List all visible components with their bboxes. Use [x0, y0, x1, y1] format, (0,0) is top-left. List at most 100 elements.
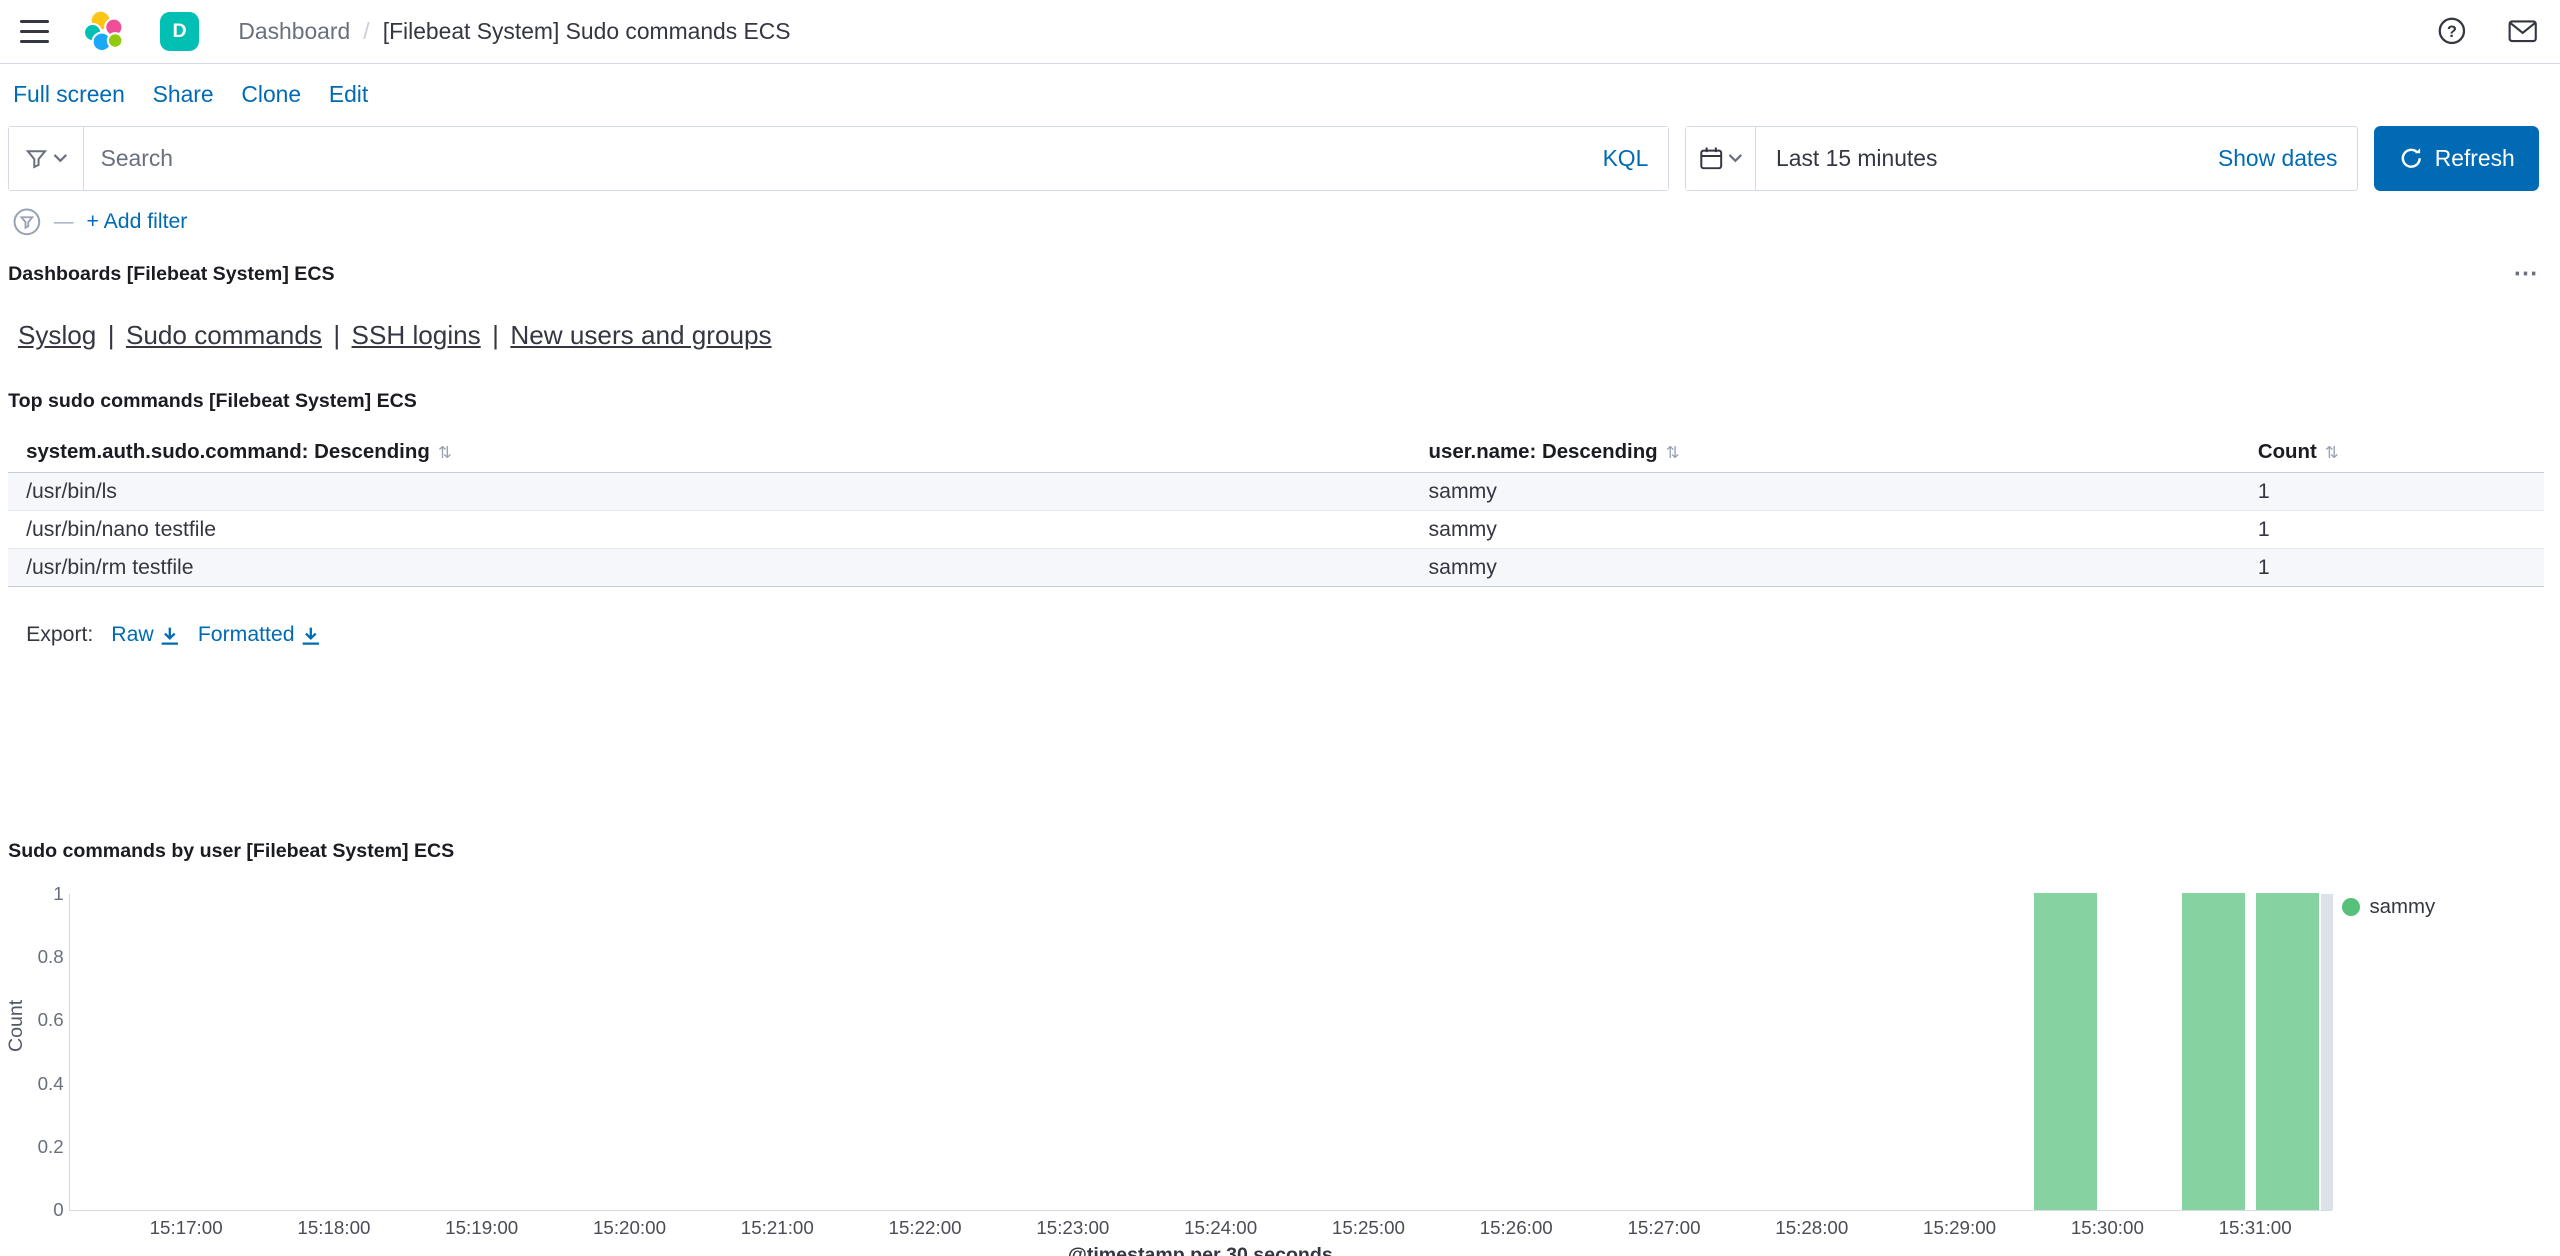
- partial-bucket-endzone: [2321, 894, 2333, 1210]
- filter-options-icon[interactable]: [13, 208, 41, 236]
- table-row: /usr/bin/ls sammy 1: [8, 472, 2545, 512]
- legend-color-dot-icon: [2341, 898, 2360, 917]
- dashboard-viewport: Dashboards [Filebeat System] ECS ⋯ Syslo…: [0, 243, 2560, 1256]
- cell-count: 1: [2239, 548, 2545, 588]
- top-header-bar: D Dashboard / [Filebeat System] Sudo com…: [0, 0, 2560, 64]
- saved-query-menu-button[interactable]: [9, 126, 85, 191]
- cell-username: sammy: [1410, 548, 2240, 588]
- time-range-value[interactable]: Last 15 minutes: [1756, 145, 2218, 172]
- y-axis-tick-label: 0.2: [37, 1136, 64, 1158]
- dashboard-toolbar: Full screen Share Clone Edit: [0, 64, 2560, 126]
- link-sudo-commands[interactable]: Sudo commands: [126, 320, 322, 351]
- column-header-count[interactable]: Count ⇅: [2239, 432, 2545, 474]
- calendar-menu-button[interactable]: [1686, 126, 1757, 191]
- chart-bar[interactable]: [2034, 893, 2098, 1210]
- search-input[interactable]: [84, 126, 1583, 191]
- x-axis-tick-label: 15:28:00: [1775, 1217, 1849, 1239]
- export-row: Export: Raw Formatted: [8, 623, 2544, 647]
- download-icon: [302, 627, 320, 645]
- column-header-command[interactable]: system.auth.sudo.command: Descending ⇅: [8, 432, 1411, 474]
- x-axis-tick-label: 15:19:00: [445, 1217, 519, 1239]
- x-axis-tick-label: 15:25:00: [1331, 1217, 1405, 1239]
- chart-bar[interactable]: [2182, 893, 2246, 1210]
- add-filter-button[interactable]: + Add filter: [87, 210, 188, 234]
- chevron-down-icon: [1728, 154, 1743, 163]
- cell-count: 1: [2239, 510, 2545, 550]
- breadcrumb-current-page: [Filebeat System] Sudo commands ECS: [382, 17, 791, 44]
- table-panel: Top sudo commands [Filebeat System] ECS …: [8, 390, 2545, 647]
- breadcrumb-dashboard[interactable]: Dashboard: [238, 18, 350, 45]
- filter-separator: —: [53, 210, 74, 233]
- space-avatar[interactable]: D: [160, 11, 200, 51]
- links-panel: Dashboards [Filebeat System] ECS ⋯ Syslo…: [8, 261, 2545, 351]
- table-panel-header: Top sudo commands [Filebeat System] ECS: [8, 390, 2544, 413]
- y-axis-tick-label: 1: [53, 882, 64, 904]
- x-axis-tick-label: 15:27:00: [1627, 1217, 1701, 1239]
- full-screen-button[interactable]: Full screen: [13, 81, 125, 108]
- x-axis-labels: 15:17:00 15:18:00 15:19:00 15:20:00 15:21:00…: [69, 1217, 2332, 1243]
- breadcrumb: Dashboard / [Filebeat System] Sudo comma…: [238, 18, 790, 45]
- date-picker: Last 15 minutes Show dates: [1685, 125, 2359, 192]
- x-axis-tick-label: 15:17:00: [149, 1217, 223, 1239]
- breadcrumb-separator: /: [363, 17, 370, 44]
- newsfeed-mail-icon[interactable]: [2508, 19, 2538, 43]
- kibana-app: D Dashboard / [Filebeat System] Sudo com…: [0, 0, 2560, 1256]
- y-axis-tick-label: 0.4: [37, 1072, 64, 1094]
- link-syslog[interactable]: Syslog: [18, 320, 96, 351]
- links-panel-header: Dashboards [Filebeat System] ECS ⋯: [8, 261, 2545, 285]
- chart-panel-header: Sudo commands by user [Filebeat System] …: [8, 840, 2544, 863]
- y-axis-labels: 0 0.2 0.4 0.6 0.8 1: [31, 883, 64, 1221]
- cell-username: sammy: [1410, 472, 2240, 512]
- chart-legend: sammy: [2341, 895, 2436, 919]
- svg-text:?: ?: [2447, 23, 2457, 41]
- export-formatted-button[interactable]: Formatted: [198, 623, 321, 647]
- export-label: Export:: [26, 623, 94, 647]
- column-header-username[interactable]: user.name: Descending ⇅: [1410, 432, 2240, 474]
- clone-button[interactable]: Clone: [241, 81, 301, 108]
- calendar-icon: [1700, 147, 1722, 170]
- x-axis-tick-label: 15:22:00: [888, 1217, 962, 1239]
- links-panel-title: Dashboards [Filebeat System] ECS: [8, 262, 335, 285]
- menu-icon[interactable]: [19, 19, 49, 43]
- export-raw-button[interactable]: Raw: [111, 623, 180, 647]
- legend-label: sammy: [2369, 895, 2436, 918]
- cell-command: /usr/bin/ls: [8, 472, 1411, 512]
- x-axis-tick-label: 15:20:00: [592, 1217, 667, 1239]
- x-axis-tick-label: 15:23:00: [1036, 1217, 1110, 1239]
- cell-username: sammy: [1410, 510, 2240, 550]
- dashboard-links: Syslog | Sudo commands | SSH logins | Ne…: [8, 320, 2544, 351]
- table-panel-title: Top sudo commands [Filebeat System] ECS: [8, 390, 417, 413]
- query-language-button[interactable]: KQL: [1582, 126, 1668, 191]
- chart-bar[interactable]: [2256, 893, 2319, 1210]
- link-new-users-groups[interactable]: New users and groups: [510, 320, 771, 351]
- download-icon: [161, 627, 179, 645]
- legend-item[interactable]: sammy: [2341, 895, 2436, 919]
- panel-options-icon[interactable]: ⋯: [2507, 261, 2545, 285]
- y-axis-title: Count: [4, 1000, 27, 1053]
- search-group: KQL: [8, 125, 1669, 192]
- cell-count: 1: [2239, 472, 2545, 512]
- refresh-icon: [2401, 148, 2421, 168]
- filter-funnel-icon: [25, 150, 48, 169]
- cell-command: /usr/bin/nano testfile: [8, 510, 1411, 550]
- refresh-button[interactable]: Refresh: [2374, 125, 2540, 192]
- link-separator: |: [492, 320, 499, 351]
- x-axis-tick-label: 15:21:00: [740, 1217, 814, 1239]
- table-row: /usr/bin/nano testfile sammy 1: [8, 510, 2545, 550]
- link-ssh-logins[interactable]: SSH logins: [352, 320, 481, 351]
- cell-command: /usr/bin/rm testfile: [8, 548, 1411, 588]
- share-button[interactable]: Share: [153, 81, 214, 108]
- x-axis-tick-label: 15:24:00: [1184, 1217, 1258, 1239]
- y-axis-tick-label: 0: [53, 1199, 64, 1221]
- elastic-logo-icon[interactable]: [82, 10, 124, 53]
- header-actions: ?: [2438, 17, 2538, 45]
- sudo-commands-table: system.auth.sudo.command: Descending ⇅ us…: [8, 432, 2545, 588]
- table-header-row: system.auth.sudo.command: Descending ⇅ us…: [8, 432, 2545, 474]
- edit-button[interactable]: Edit: [329, 81, 368, 108]
- chart-plot-area: [68, 893, 2333, 1211]
- show-dates-button[interactable]: Show dates: [2218, 145, 2357, 172]
- sort-icon: ⇅: [2324, 444, 2339, 463]
- help-icon[interactable]: ?: [2438, 17, 2466, 45]
- x-axis-tick-label: 15:26:00: [1479, 1217, 1553, 1239]
- link-separator: |: [107, 320, 115, 351]
